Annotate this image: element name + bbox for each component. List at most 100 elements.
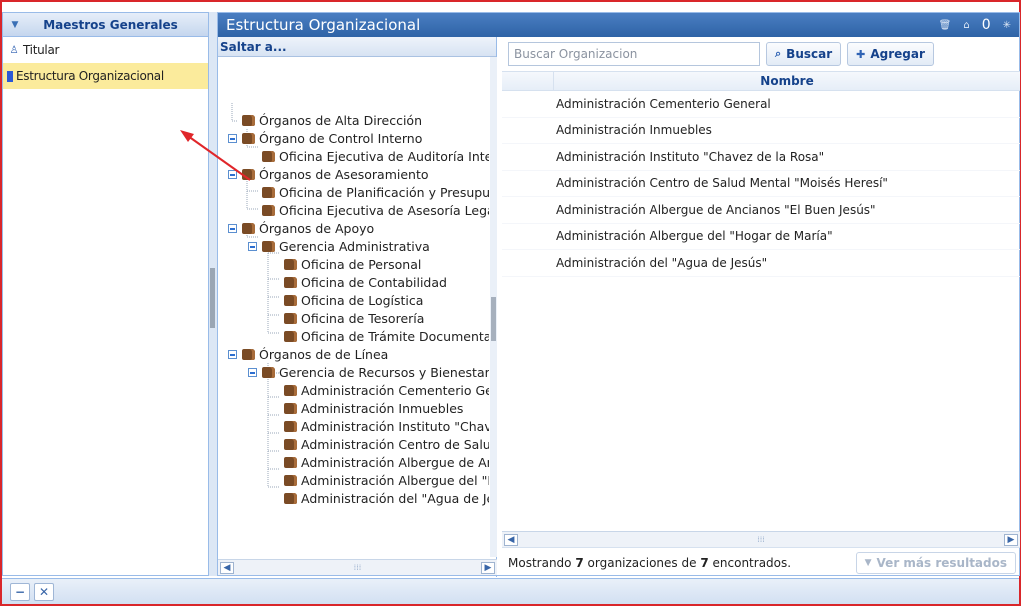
tree-node[interactable]: Administración Inmuebles [284,399,463,417]
grid-horizontal-scrollbar[interactable]: ◀ ⁞⁞⁞ ▶ [502,531,1020,547]
table-row[interactable]: Administración Centro de Salud Mental "M… [502,171,1020,197]
search-input[interactable]: Buscar Organizacion [508,42,760,66]
tree-node[interactable]: Oficina de Tesorería [284,309,424,327]
tree-vertical-scrollbar[interactable] [490,57,497,557]
scroll-grip-icon[interactable]: ⁞⁞⁞ [354,563,362,572]
org-square-icon [7,70,13,82]
collapse-toggle-icon[interactable] [228,223,237,233]
folder-icon [284,258,297,270]
results-summary: Mostrando 7 organizaciones de 7 encontra… [508,555,792,570]
folder-icon [262,186,275,198]
close-button[interactable]: ✕ [34,582,54,601]
table-row[interactable]: Administración Albergue del "Hogar de Ma… [502,224,1020,250]
folder-icon [242,114,255,126]
tree-node[interactable]: Administración Cementerio General [284,381,489,399]
scroll-left-icon[interactable]: ◀ [220,561,234,574]
collapse-toggle-icon[interactable] [228,349,237,359]
tree-node[interactable]: Órganos de de Línea [228,345,388,363]
tree-header: Saltar a... [218,37,496,57]
folder-icon [284,312,297,324]
tree-node[interactable]: Oficina Ejecutiva de Auditoría Interna [262,147,489,165]
sidebar-item-estructura-organizacional[interactable]: Estructura Organizacional [3,63,208,89]
sidebar: ▼ Maestros Generales ♙ Titular Estructur… [2,12,209,576]
collapse-triangle-icon[interactable]: ▼ [3,20,27,30]
home-icon[interactable]: ⌂ [963,20,969,31]
folder-icon [284,276,297,288]
collapse-toggle-icon[interactable] [228,169,237,179]
tree-node[interactable]: Oficina de Contabilidad [284,273,447,291]
sidebar-header[interactable]: ▼ Maestros Generales [3,13,208,37]
scroll-thumb[interactable] [491,297,496,341]
tree-node[interactable]: Oficina de Trámite Documentario [284,327,489,345]
tree-node[interactable]: Administración Centro de Salud Mental "M… [284,435,489,453]
column-header-nombre[interactable]: Nombre [554,72,1020,90]
folder-icon [284,492,297,504]
scroll-right-icon[interactable]: ▶ [1003,533,1018,546]
org-grid-panel: Buscar Organizacion ⌕ Buscar ✚ Agregar Nom… [502,37,1020,577]
folder-icon [284,294,297,306]
folder-icon [262,366,275,378]
tree-node[interactable]: Administración Albergue del "Hogar de Ma… [284,471,489,489]
table-row[interactable]: Administración Instituto "Chavez de la R… [502,144,1020,171]
tree-node[interactable]: Administración del "Agua de Jesús" [284,489,489,507]
user-icon: ♙ [9,44,19,56]
more-results-button[interactable]: ▼ Ver más resultados [855,551,1016,574]
tree-node[interactable]: Gerencia Administrativa [248,237,430,255]
tree-node[interactable]: Administración Albergue de Ancianos "El … [284,453,489,471]
folder-icon [284,384,297,396]
folder-icon [284,420,297,432]
close-icon: ✕ [38,584,50,599]
tree-node[interactable]: Órganos de Apoyo [228,219,374,237]
org-tree-panel: Saltar a... Órganos de Alta Dirección Ór… [218,37,497,577]
scroll-right-icon[interactable]: ▶ [480,561,495,574]
collapse-toggle-icon[interactable] [228,133,237,143]
collapse-toggle-icon[interactable] [248,241,257,251]
table-row[interactable]: Administración del "Agua de Jesús" [502,250,1020,277]
grid-toolbar: Buscar Organizacion ⌕ Buscar ✚ Agregar [502,37,1020,71]
tree-node[interactable]: Órgano de Control Interno [228,129,422,147]
tree-node[interactable]: Oficina de Planificación y Presupuesto [262,183,489,201]
tree-node[interactable]: Administración Instituto "Chavez de la R… [284,417,489,435]
table-row[interactable]: Administración Inmuebles [502,118,1020,144]
tree-node[interactable]: Órganos de Asesoramiento [228,165,429,183]
search-icon: ⌕ [775,47,782,60]
tree-horizontal-scrollbar[interactable]: ◀ ⁞⁞⁞ ▶ [218,559,497,575]
sidebar-item-label: Titular [23,43,60,57]
left-splitter[interactable] [209,12,217,576]
sidebar-title: Maestros Generales [43,17,178,32]
folder-icon [284,438,297,450]
folder-icon [262,204,275,216]
scroll-left-icon[interactable]: ◀ [504,533,518,546]
table-row[interactable]: Administración Cementerio General [502,91,1020,118]
search-button[interactable]: ⌕ Buscar [766,42,842,66]
sidebar-item-titular[interactable]: ♙ Titular [3,37,208,63]
folder-icon [262,240,275,252]
trash-icon[interactable]: 🗑 [939,20,952,31]
folder-icon [242,222,255,234]
folder-icon [284,330,297,342]
chevron-down-icon: ▼ [864,557,872,568]
minimize-button[interactable]: − [10,582,30,601]
splitter-grip[interactable] [210,268,215,328]
tree-node[interactable]: Oficina de Personal [284,255,421,273]
main-panel: Estructura Organizacional 🗑 ⌂ 0 ✳ Saltar… [217,12,1020,577]
minus-icon: − [14,584,26,599]
folder-icon [284,474,297,486]
sidebar-item-label: Estructura Organizacional [16,69,164,83]
scroll-grip-icon[interactable]: ⁞⁞⁞ [757,535,765,544]
tree-node[interactable]: Oficina Ejecutiva de Asesoría Legal [262,201,489,219]
add-button[interactable]: ✚ Agregar [847,42,934,66]
folder-icon [242,132,255,144]
tree-node[interactable]: Órganos de Alta Dirección [242,111,422,129]
table-row[interactable]: Administración Albergue de Ancianos "El … [502,197,1020,224]
plus-icon: ✚ [856,47,866,61]
bottom-toolbar: − ✕ [2,578,1019,604]
notification-count[interactable]: 0 [982,17,991,33]
org-tree: Órganos de Alta Dirección Órgano de Cont… [218,57,489,557]
folder-icon [242,348,255,360]
tree-node[interactable]: Gerencia de Recursos y Bienestar [248,363,489,381]
folder-icon [262,150,275,162]
grid-header: Nombre [502,71,1020,91]
tree-node[interactable]: Oficina de Logística [284,291,423,309]
collapse-toggle-icon[interactable] [248,367,257,377]
